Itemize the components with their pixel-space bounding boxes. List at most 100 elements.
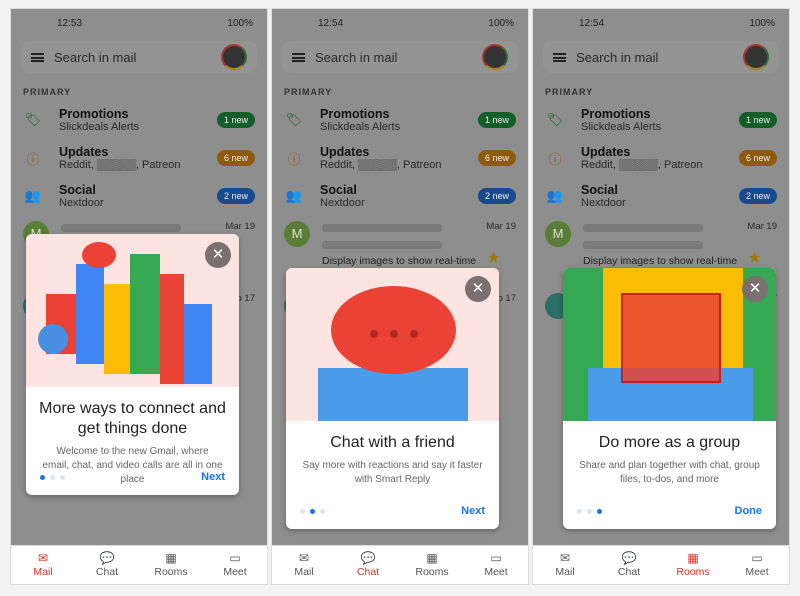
close-button[interactable]: ✕ (742, 276, 768, 302)
account-avatar[interactable] (221, 44, 247, 70)
nav-label: Chat (617, 566, 641, 578)
nav-label: Meet (223, 566, 247, 578)
category-updates[interactable]: ⓘ Updates Reddit, ▒▒▒▒▒, Patreon 6 new (533, 139, 789, 177)
search-bar[interactable]: Search in mail (282, 41, 518, 73)
people-icon: 👥 (285, 188, 303, 203)
category-social[interactable]: 👥 Social Nextdoor 2 new (272, 177, 528, 215)
category-updates[interactable]: ⓘ Updates Reddit, ▒▒▒▒▒, Patreon 6 new (11, 139, 267, 177)
nav-mail[interactable]: ✉ Mail (533, 546, 597, 584)
nav-rooms[interactable]: ▦ Rooms (661, 546, 725, 584)
star-icon[interactable]: ★ (486, 248, 516, 268)
battery: 100% (227, 17, 253, 29)
category-title: Promotions (581, 107, 651, 121)
video-icon: ▭ (751, 551, 763, 565)
menu-icon[interactable] (292, 52, 305, 62)
bottom-nav: ✉ Mail 💬 Chat ▦ Rooms ▭ Meet (533, 545, 789, 584)
page-dot (577, 508, 582, 514)
phone-screen-1: 12:53 100% Search in mail PRIMARY 🏷 Promot… (10, 8, 268, 585)
search-bar[interactable]: Search in mail (21, 41, 257, 73)
section-label: PRIMARY (23, 87, 72, 97)
clock: 12:54 (318, 17, 344, 29)
category-promotions[interactable]: 🏷 Promotions Slickdeals Alerts 1 new (533, 101, 789, 139)
category-sub: Slickdeals Alerts (581, 121, 662, 133)
search-input[interactable]: Search in mail (576, 50, 658, 65)
phone-screen-2: 12:54 100% Search in mail PRIMARY 🏷 Promot… (271, 8, 529, 585)
star-icon[interactable]: ★ (747, 248, 777, 268)
nav-rooms[interactable]: ▦ Rooms (139, 546, 203, 584)
onboarding-card: ✕ Do more as a group Share and plan toge… (563, 268, 776, 529)
info-icon: ⓘ (548, 151, 562, 167)
section-label: PRIMARY (284, 87, 333, 97)
category-promotions[interactable]: 🏷 Promotions Slickdeals Alerts 1 new (11, 101, 267, 139)
page-dot (300, 508, 305, 514)
page-dot (320, 508, 325, 514)
search-input[interactable]: Search in mail (315, 50, 397, 65)
nav-label: Rooms (415, 566, 449, 578)
page-dot (60, 474, 65, 480)
nav-label: Rooms (676, 566, 710, 578)
nav-mail[interactable]: ✉ Mail (272, 546, 336, 584)
search-bar[interactable]: Search in mail (543, 41, 779, 73)
status-bar: 12:54 100% (272, 9, 528, 37)
mail-icon: ✉ (298, 551, 310, 565)
next-button[interactable]: Done (735, 505, 763, 517)
next-button[interactable]: Next (461, 505, 485, 517)
nav-meet[interactable]: ▭ Meet (464, 546, 528, 584)
category-title: Social (59, 183, 96, 197)
nav-label: Chat (356, 566, 380, 578)
account-avatar[interactable] (743, 44, 769, 70)
nav-meet[interactable]: ▭ Meet (725, 546, 789, 584)
mail-date: Mar 19 (486, 221, 516, 232)
close-button[interactable]: ✕ (205, 242, 231, 268)
mail-icon: ✉ (559, 551, 571, 565)
category-title: Updates (59, 145, 109, 159)
nav-label: Mail (294, 566, 314, 578)
onboarding-card: ✕ More ways to connect and get things do… (26, 234, 239, 495)
menu-icon[interactable] (553, 52, 566, 62)
nav-label: Rooms (154, 566, 188, 578)
nav-label: Mail (555, 566, 575, 578)
nav-meet[interactable]: ▭ Meet (203, 546, 267, 584)
rooms-icon: ▦ (426, 551, 438, 565)
category-sub: Reddit, ▒▒▒▒▒, Patreon (581, 159, 703, 171)
nav-chat[interactable]: 💬 Chat (336, 546, 400, 584)
video-icon: ▭ (490, 551, 502, 565)
chat-icon: 💬 (360, 551, 376, 565)
category-social[interactable]: 👥 Social Nextdoor 2 new (11, 177, 267, 215)
category-title: Promotions (320, 107, 390, 121)
tag-icon: 🏷 (546, 112, 564, 127)
page-dot (587, 508, 592, 514)
status-bar: 12:53 100% (11, 9, 267, 37)
battery: 100% (749, 17, 775, 29)
category-title: Promotions (59, 107, 129, 121)
section-label: PRIMARY (545, 87, 594, 97)
bottom-nav: ✉ Mail 💬 Chat ▦ Rooms ▭ Meet (272, 545, 528, 584)
close-button[interactable]: ✕ (465, 276, 491, 302)
category-sub: Nextdoor (59, 197, 104, 209)
new-badge: 1 new (738, 112, 777, 128)
category-social[interactable]: 👥 Social Nextdoor 2 new (533, 177, 789, 215)
search-input[interactable]: Search in mail (54, 50, 136, 65)
onboarding-card: ✕ Chat with a friend Say more with react… (286, 268, 499, 529)
chat-icon: 💬 (621, 551, 637, 565)
menu-icon[interactable] (31, 52, 44, 62)
bottom-nav: ✉ Mail 💬 Chat ▦ Rooms ▭ Meet (11, 545, 267, 584)
category-title: Updates (320, 145, 370, 159)
category-title: Social (320, 183, 357, 197)
account-avatar[interactable] (482, 44, 508, 70)
nav-chat[interactable]: 💬 Chat (75, 546, 139, 584)
nav-label: Chat (95, 566, 119, 578)
clock: 12:54 (579, 17, 605, 29)
nav-mail[interactable]: ✉ Mail (11, 546, 75, 584)
nav-rooms[interactable]: ▦ Rooms (400, 546, 464, 584)
category-promotions[interactable]: 🏷 Promotions Slickdeals Alerts 1 new (272, 101, 528, 139)
new-badge: 6 new (216, 150, 255, 166)
nav-chat[interactable]: 💬 Chat (597, 546, 661, 584)
video-icon: ▭ (229, 551, 241, 565)
page-dot (50, 474, 55, 480)
category-updates[interactable]: ⓘ Updates Reddit, ▒▒▒▒▒, Patreon 6 new (272, 139, 528, 177)
next-button[interactable]: Next (201, 471, 225, 483)
page-dot (310, 508, 315, 514)
sender-avatar: M (284, 221, 310, 247)
page-dot (40, 474, 45, 480)
